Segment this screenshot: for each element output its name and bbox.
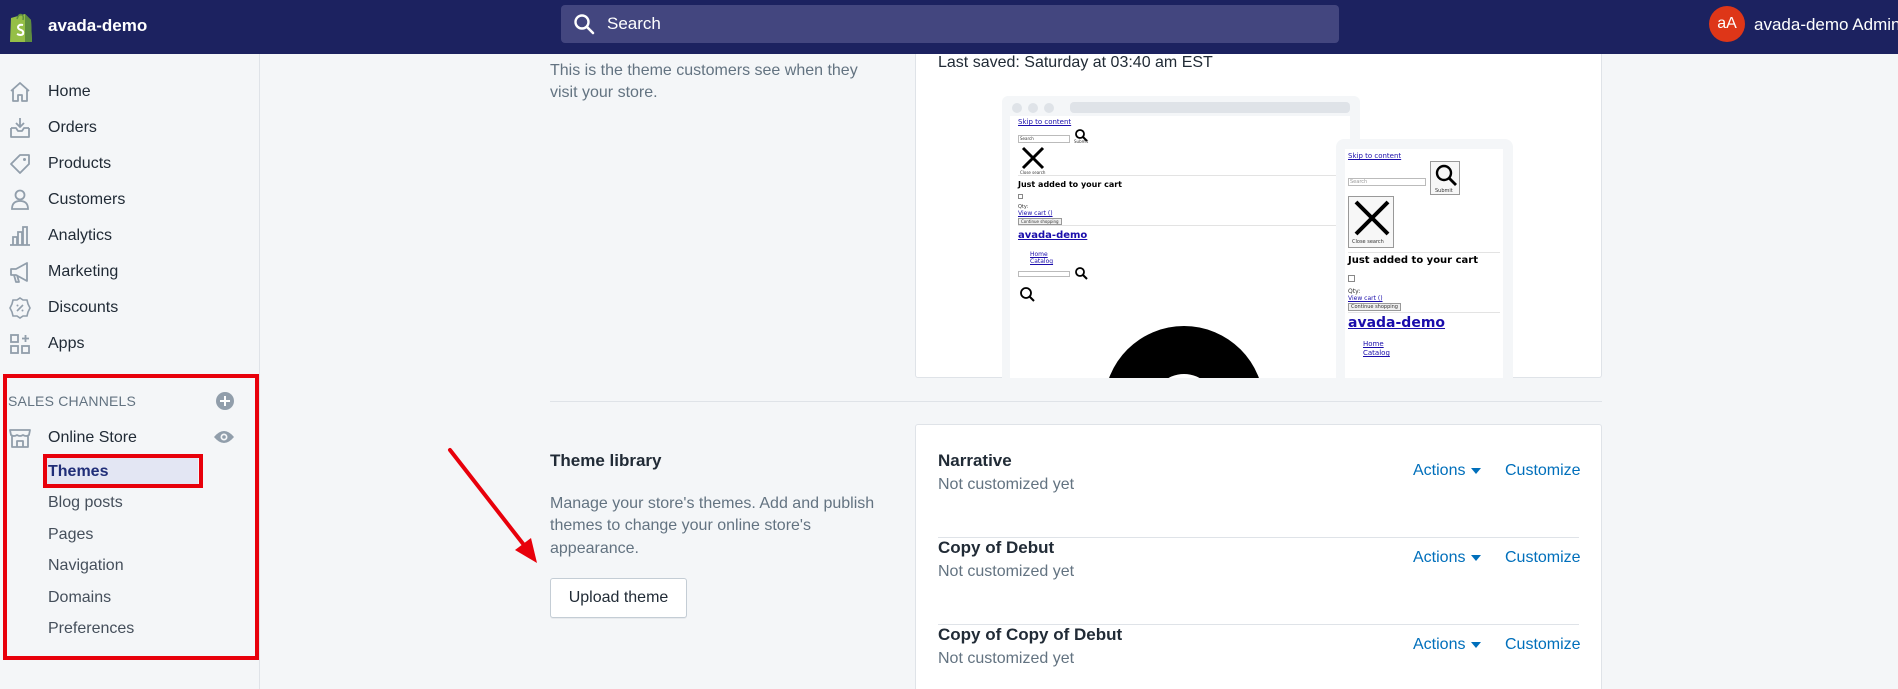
search-input[interactable]: Search — [607, 14, 661, 34]
theme-row-copy-of-copy-of-debut: Copy of Copy of Debut Not customized yet… — [938, 625, 1581, 689]
preview-search-icon-3 — [1020, 287, 1035, 302]
preview-brand: avada-demo — [1018, 230, 1088, 241]
actions-dropdown[interactable]: Actions — [1413, 462, 1482, 480]
caret-down-icon — [1471, 467, 1482, 474]
home-icon — [10, 82, 30, 102]
upload-theme-button[interactable]: Upload theme — [550, 578, 687, 618]
annotation-sales-channels-box — [3, 374, 259, 660]
theme-row-narrative: Narrative Not customized yet Actions Cus… — [938, 451, 1581, 538]
theme-status: Not customized yet — [938, 563, 1075, 580]
theme-status: Not customized yet — [938, 476, 1075, 493]
preview-checkbox — [1018, 194, 1023, 199]
browser-dots — [1012, 103, 1054, 113]
desktop-preview[interactable]: Skip to content Search Submit Close sear… — [1002, 96, 1360, 378]
browser-url-bar — [1070, 102, 1350, 113]
sidebar-item-marketing[interactable]: Marketing — [0, 257, 258, 287]
theme-status: Not customized yet — [938, 650, 1075, 667]
person-icon — [11, 189, 29, 210]
avatar[interactable]: aA — [1709, 6, 1745, 42]
tag-icon — [10, 154, 30, 174]
search-icon — [574, 14, 595, 35]
search-bar[interactable]: Search — [561, 5, 1339, 43]
mobile-preview-page: Skip to content Search Submit Close sear… — [1345, 149, 1503, 378]
sidebar-item-analytics[interactable]: Analytics — [0, 221, 258, 251]
preview-skip-link: Skip to content — [1018, 118, 1072, 126]
actions-dropdown[interactable]: Actions — [1413, 549, 1482, 567]
annotation-themes-box — [43, 454, 203, 488]
actions-dropdown[interactable]: Actions — [1413, 636, 1482, 654]
annotation-arrow-icon — [448, 448, 537, 563]
last-saved: Last saved: Saturday at 03:40 am EST — [938, 54, 1213, 71]
discount-icon — [9, 297, 31, 319]
customize-link[interactable]: Customize — [1505, 549, 1581, 567]
preview-close-icon — [1021, 146, 1045, 170]
store-name[interactable]: avada-demo — [48, 16, 147, 36]
mobile-close-button: Close search — [1348, 196, 1394, 248]
mobile-submit-button: Submit — [1430, 161, 1460, 195]
mobile-preview[interactable]: Skip to content Search Submit Close sear… — [1336, 139, 1513, 378]
current-theme-desc-line2: visit your store. — [550, 84, 658, 101]
caret-down-icon — [1471, 554, 1482, 561]
theme-name: Narrative — [938, 451, 1012, 470]
preview-search-icon-2 — [1075, 267, 1088, 280]
customize-link[interactable]: Customize — [1505, 462, 1581, 480]
sidebar-item-home[interactable]: Home — [0, 77, 258, 107]
sidebar-item-customers[interactable]: Customers — [0, 185, 258, 215]
theme-name: Copy of Debut — [938, 538, 1055, 557]
preview-just-added: Just added to your cart — [1018, 180, 1122, 189]
preview-large-graphic — [1104, 326, 1264, 378]
theme-library-desc-line1: Manage your store's themes. Add and publ… — [550, 495, 875, 512]
theme-library-desc-line2: themes to change your online store's — [550, 517, 811, 534]
theme-library-desc-line3: appearance. — [550, 540, 639, 557]
theme-row-copy-of-debut: Copy of Debut Not customized yet Actions… — [938, 538, 1581, 625]
customize-link[interactable]: Customize — [1505, 636, 1581, 654]
admin-name[interactable]: avada-demo Admin — [1754, 15, 1898, 35]
megaphone-icon — [10, 262, 28, 283]
theme-name: Copy of Copy of Debut — [938, 625, 1123, 644]
shopify-logo-icon[interactable] — [8, 10, 34, 44]
current-theme-desc-line1: This is the theme customers see when the… — [550, 62, 858, 79]
mobile-search-icon — [1435, 164, 1457, 186]
sidebar-item-products[interactable]: Products — [0, 149, 258, 179]
sidebar-item-orders[interactable]: Orders — [0, 113, 258, 143]
top-bar: avada-demo Search aA avada-demo Admin — [0, 0, 1898, 54]
desktop-preview-page: Skip to content Search Submit Close sear… — [1010, 116, 1350, 378]
section-divider — [550, 401, 1602, 402]
orders-icon — [10, 118, 30, 138]
apps-icon — [10, 334, 30, 354]
bar-chart-icon — [10, 226, 30, 246]
caret-down-icon — [1471, 641, 1482, 648]
theme-library-title: Theme library — [550, 451, 662, 470]
sidebar-item-apps[interactable]: Apps — [0, 329, 258, 359]
sidebar-item-discounts[interactable]: Discounts — [0, 293, 258, 323]
mobile-close-icon — [1354, 200, 1390, 236]
